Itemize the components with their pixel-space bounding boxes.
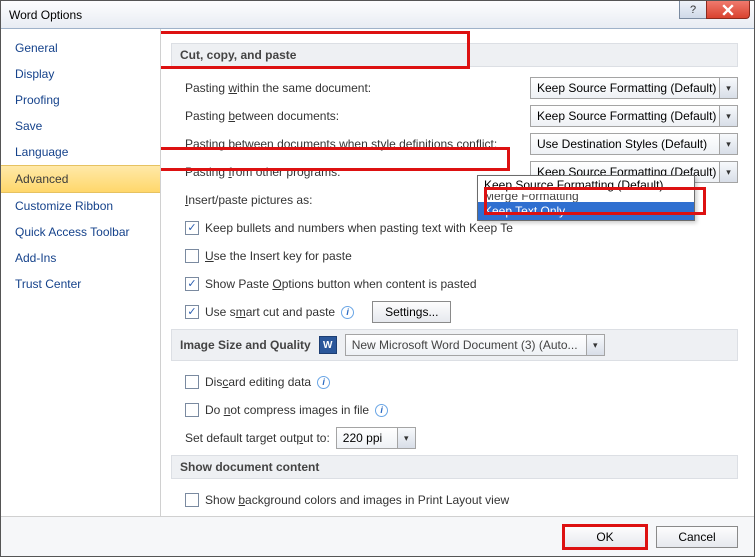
chevron-down-icon bbox=[719, 134, 737, 154]
image-doc-select[interactable]: New Microsoft Word Document (3) (Auto... bbox=[345, 334, 605, 356]
ok-button-label: OK bbox=[596, 530, 613, 544]
keep-bullets-label: Keep bullets and numbers when pasting te… bbox=[205, 221, 513, 235]
insert-pictures-label: Insert/paste pictures as: bbox=[185, 193, 312, 207]
chevron-down-icon bbox=[586, 335, 604, 355]
dropdown-option[interactable]: Keep Source Formatting (Default) bbox=[478, 176, 694, 194]
info-icon bbox=[317, 376, 330, 389]
info-icon bbox=[341, 306, 354, 319]
paste-conflict-value: Use Destination Styles (Default) bbox=[537, 137, 707, 151]
smart-cut-paste-checkbox[interactable] bbox=[185, 305, 199, 319]
paste-within-label: Pasting within the same document: bbox=[185, 81, 371, 95]
default-target-label: Set default target output to: bbox=[185, 431, 330, 445]
chevron-down-icon bbox=[719, 78, 737, 98]
settings-button[interactable]: Settings... bbox=[372, 301, 451, 323]
window-title: Word Options bbox=[9, 8, 82, 22]
use-insert-key-checkbox[interactable] bbox=[185, 249, 199, 263]
default-target-value: 220 ppi bbox=[343, 431, 382, 445]
section-image-size-label: Image Size and Quality bbox=[180, 338, 311, 352]
help-button[interactable] bbox=[679, 1, 707, 19]
use-insert-key-label: Use the Insert key for paste bbox=[205, 249, 352, 263]
sidebar-item-save[interactable]: Save bbox=[1, 113, 160, 139]
chevron-down-icon bbox=[397, 428, 415, 448]
close-icon bbox=[722, 4, 734, 16]
sidebar-item-language[interactable]: Language bbox=[1, 139, 160, 165]
chevron-down-icon bbox=[719, 162, 737, 182]
no-compress-label: Do not compress images in file bbox=[205, 403, 369, 417]
discard-editing-label: Discard editing data bbox=[205, 375, 311, 389]
sidebar-item-advanced[interactable]: Advanced bbox=[1, 165, 160, 193]
keep-bullets-checkbox[interactable] bbox=[185, 221, 199, 235]
paste-conflict-label: Pasting between documents when style def… bbox=[185, 137, 497, 151]
no-compress-checkbox[interactable] bbox=[185, 403, 199, 417]
cancel-button-label: Cancel bbox=[678, 530, 715, 544]
sidebar-item-display[interactable]: Display bbox=[1, 61, 160, 87]
smart-cut-paste-label: Use smart cut and paste bbox=[205, 305, 335, 319]
sidebar-item-qat[interactable]: Quick Access Toolbar bbox=[1, 219, 160, 245]
paste-within-select[interactable]: Keep Source Formatting (Default) bbox=[530, 77, 738, 99]
paste-between-select[interactable]: Keep Source Formatting (Default) bbox=[530, 105, 738, 127]
settings-button-label: Settings... bbox=[385, 305, 438, 319]
paste-between-value: Keep Source Formatting (Default) bbox=[537, 109, 716, 123]
ok-button[interactable]: OK bbox=[564, 526, 646, 548]
sidebar-item-customize-ribbon[interactable]: Customize Ribbon bbox=[1, 193, 160, 219]
paste-conflict-select[interactable]: Use Destination Styles (Default) bbox=[530, 133, 738, 155]
paste-within-value: Keep Source Formatting (Default) bbox=[537, 81, 716, 95]
word-icon: W bbox=[319, 336, 337, 354]
close-button[interactable] bbox=[706, 1, 750, 19]
discard-editing-checkbox[interactable] bbox=[185, 375, 199, 389]
section-image-size: Image Size and Quality W New Microsoft W… bbox=[171, 329, 738, 361]
paste-other-label: Pasting from other programs: bbox=[185, 165, 340, 179]
dropdown-option-selected[interactable]: Keep Text Only bbox=[478, 202, 694, 220]
content-pane[interactable]: Cut, copy, and paste Pasting within the … bbox=[161, 29, 754, 516]
sidebar-item-trust-center[interactable]: Trust Center bbox=[1, 271, 160, 297]
dropdown-option[interactable]: Merge Formatting bbox=[478, 194, 694, 202]
cancel-button[interactable]: Cancel bbox=[656, 526, 738, 548]
info-icon bbox=[375, 404, 388, 417]
title-bar: Word Options bbox=[1, 1, 754, 29]
bg-colors-checkbox[interactable] bbox=[185, 493, 199, 507]
paste-other-dropdown[interactable]: Keep Source Formatting (Default) Merge F… bbox=[477, 175, 695, 221]
chevron-down-icon bbox=[719, 106, 737, 126]
show-paste-options-label: Show Paste Options button when content i… bbox=[205, 277, 477, 291]
section-show-doc: Show document content bbox=[171, 455, 738, 479]
show-paste-options-checkbox[interactable] bbox=[185, 277, 199, 291]
default-target-select[interactable]: 220 ppi bbox=[336, 427, 416, 449]
bg-colors-label: Show background colors and images in Pri… bbox=[205, 493, 509, 507]
section-cut-copy-paste: Cut, copy, and paste bbox=[171, 43, 738, 67]
window-buttons bbox=[680, 1, 750, 19]
sidebar-item-proofing[interactable]: Proofing bbox=[1, 87, 160, 113]
dialog-footer: OK Cancel bbox=[1, 516, 754, 556]
sidebar-item-general[interactable]: General bbox=[1, 35, 160, 61]
paste-between-label: Pasting between documents: bbox=[185, 109, 339, 123]
sidebar: General Display Proofing Save Language A… bbox=[1, 29, 161, 516]
sidebar-item-addins[interactable]: Add-Ins bbox=[1, 245, 160, 271]
image-doc-value: New Microsoft Word Document (3) (Auto... bbox=[352, 338, 578, 352]
